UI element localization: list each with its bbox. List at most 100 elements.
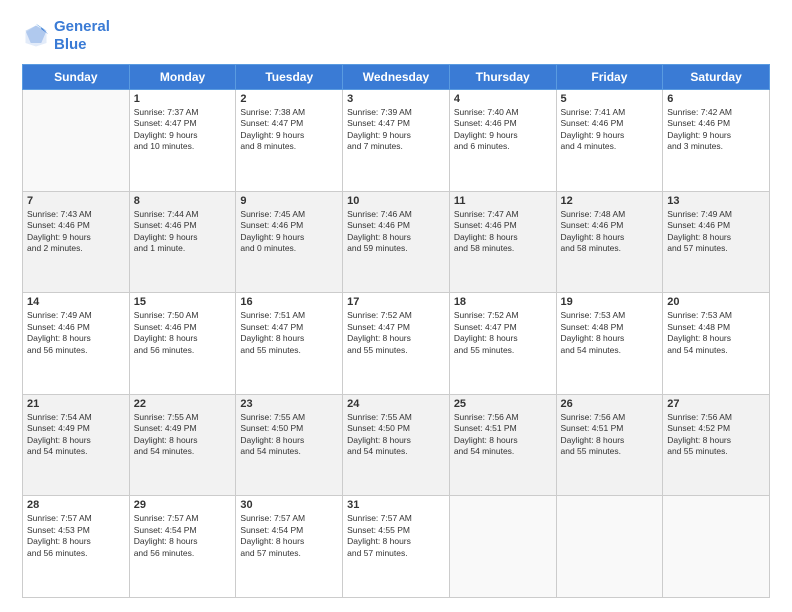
cell-info: Sunrise: 7:55 AMSunset: 4:50 PMDaylight:… xyxy=(347,412,445,458)
calendar-cell: 5Sunrise: 7:41 AMSunset: 4:46 PMDaylight… xyxy=(556,90,663,192)
day-number: 26 xyxy=(561,398,659,410)
cell-info: Sunrise: 7:50 AMSunset: 4:46 PMDaylight:… xyxy=(134,310,232,356)
calendar-cell: 2 Sunrise: 7:38 AMSunset: 4:47 PMDaylight… xyxy=(236,90,343,192)
calendar-cell: 22 Sunrise: 7:55 AMSunset: 4:49 PMDayligh… xyxy=(129,394,236,496)
day-number: 10 xyxy=(347,195,445,207)
cell-info: Sunrise: 7:56 AMSunset: 4:51 PMDaylight:… xyxy=(561,412,659,458)
cell-info: Sunrise: 7:37 AMSunset: 4:47 PMDaylight:… xyxy=(134,107,232,153)
cell-info: Sunrise: 7:53 AMSunset: 4:48 PMDaylight:… xyxy=(561,310,659,356)
cell-info: Sunrise: 7:49 AMSunset: 4:46 PMDaylight:… xyxy=(667,209,765,255)
calendar-cell: 10Sunrise: 7:46 AMSunset: 4:46 PMDayligh… xyxy=(343,191,450,293)
calendar-cell: 15 Sunrise: 7:50 AMSunset: 4:46 PMDayligh… xyxy=(129,293,236,395)
cell-info: Sunrise: 7:52 AMSunset: 4:47 PMDaylight:… xyxy=(347,310,445,356)
calendar-cell: 17 Sunrise: 7:52 AMSunset: 4:47 PMDayligh… xyxy=(343,293,450,395)
calendar-week-row: 28 Sunrise: 7:57 AMSunset: 4:53 PMDayligh… xyxy=(23,496,770,598)
day-number: 8 xyxy=(134,195,232,207)
calendar-cell xyxy=(556,496,663,598)
calendar-cell: 6Sunrise: 7:42 AMSunset: 4:46 PMDaylight… xyxy=(663,90,770,192)
day-number: 12 xyxy=(561,195,659,207)
calendar-week-row: 14 Sunrise: 7:49 AMSunset: 4:46 PMDayligh… xyxy=(23,293,770,395)
day-number: 25 xyxy=(454,398,552,410)
cell-info: Sunrise: 7:56 AMSunset: 4:52 PMDaylight:… xyxy=(667,412,765,458)
cell-info: Sunrise: 7:39 AMSunset: 4:47 PMDaylight:… xyxy=(347,107,445,153)
calendar-week-row: 21Sunrise: 7:54 AMSunset: 4:49 PMDayligh… xyxy=(23,394,770,496)
calendar-cell xyxy=(663,496,770,598)
cell-info: Sunrise: 7:57 AMSunset: 4:53 PMDaylight:… xyxy=(27,513,125,559)
calendar-cell: 1 Sunrise: 7:37 AMSunset: 4:47 PMDaylight… xyxy=(129,90,236,192)
day-number: 2 xyxy=(240,93,338,105)
page: General Blue SundayMondayTuesdayWednesda… xyxy=(0,0,792,612)
day-number: 15 xyxy=(134,296,232,308)
day-number: 27 xyxy=(667,398,765,410)
cell-info: Sunrise: 7:54 AMSunset: 4:49 PMDaylight:… xyxy=(27,412,125,458)
cell-info: Sunrise: 7:57 AMSunset: 4:54 PMDaylight:… xyxy=(240,513,338,559)
day-number: 4 xyxy=(454,93,552,105)
calendar-cell: 27 Sunrise: 7:56 AMSunset: 4:52 PMDayligh… xyxy=(663,394,770,496)
cell-info: Sunrise: 7:45 AMSunset: 4:46 PMDaylight:… xyxy=(240,209,338,255)
day-number: 23 xyxy=(240,398,338,410)
day-number: 29 xyxy=(134,499,232,511)
calendar-cell: 28 Sunrise: 7:57 AMSunset: 4:53 PMDayligh… xyxy=(23,496,130,598)
calendar-table: SundayMondayTuesdayWednesdayThursdayFrid… xyxy=(22,64,770,598)
calendar-cell: 26 Sunrise: 7:56 AMSunset: 4:51 PMDayligh… xyxy=(556,394,663,496)
day-number: 28 xyxy=(27,499,125,511)
day-number: 22 xyxy=(134,398,232,410)
calendar-cell xyxy=(23,90,130,192)
logo: General Blue xyxy=(22,18,110,54)
day-number: 3 xyxy=(347,93,445,105)
day-number: 19 xyxy=(561,296,659,308)
col-header-tuesday: Tuesday xyxy=(236,65,343,90)
calendar-cell: 11Sunrise: 7:47 AMSunset: 4:46 PMDayligh… xyxy=(449,191,556,293)
day-number: 14 xyxy=(27,296,125,308)
day-number: 13 xyxy=(667,195,765,207)
cell-info: Sunrise: 7:55 AMSunset: 4:50 PMDaylight:… xyxy=(240,412,338,458)
day-number: 7 xyxy=(27,195,125,207)
calendar-cell: 24 Sunrise: 7:55 AMSunset: 4:50 PMDayligh… xyxy=(343,394,450,496)
calendar-cell: 12 Sunrise: 7:48 AMSunset: 4:46 PMDayligh… xyxy=(556,191,663,293)
cell-info: Sunrise: 7:41 AMSunset: 4:46 PMDaylight:… xyxy=(561,107,659,153)
cell-info: Sunrise: 7:38 AMSunset: 4:47 PMDaylight:… xyxy=(240,107,338,153)
calendar-cell: 20Sunrise: 7:53 AMSunset: 4:48 PMDayligh… xyxy=(663,293,770,395)
cell-info: Sunrise: 7:51 AMSunset: 4:47 PMDaylight:… xyxy=(240,310,338,356)
cell-info: Sunrise: 7:48 AMSunset: 4:46 PMDaylight:… xyxy=(561,209,659,255)
day-number: 16 xyxy=(240,296,338,308)
day-number: 17 xyxy=(347,296,445,308)
cell-info: Sunrise: 7:43 AMSunset: 4:46 PMDaylight:… xyxy=(27,209,125,255)
col-header-saturday: Saturday xyxy=(663,65,770,90)
day-number: 18 xyxy=(454,296,552,308)
calendar-cell: 14 Sunrise: 7:49 AMSunset: 4:46 PMDayligh… xyxy=(23,293,130,395)
cell-info: Sunrise: 7:55 AMSunset: 4:49 PMDaylight:… xyxy=(134,412,232,458)
calendar-cell: 8 Sunrise: 7:44 AMSunset: 4:46 PMDaylight… xyxy=(129,191,236,293)
col-header-sunday: Sunday xyxy=(23,65,130,90)
calendar-cell xyxy=(449,496,556,598)
col-header-wednesday: Wednesday xyxy=(343,65,450,90)
calendar-week-row: 1 Sunrise: 7:37 AMSunset: 4:47 PMDaylight… xyxy=(23,90,770,192)
cell-info: Sunrise: 7:57 AMSunset: 4:55 PMDaylight:… xyxy=(347,513,445,559)
calendar-cell: 19 Sunrise: 7:53 AMSunset: 4:48 PMDayligh… xyxy=(556,293,663,395)
calendar-cell: 30Sunrise: 7:57 AMSunset: 4:54 PMDayligh… xyxy=(236,496,343,598)
day-number: 9 xyxy=(240,195,338,207)
cell-info: Sunrise: 7:44 AMSunset: 4:46 PMDaylight:… xyxy=(134,209,232,255)
calendar-cell: 31 Sunrise: 7:57 AMSunset: 4:55 PMDayligh… xyxy=(343,496,450,598)
cell-info: Sunrise: 7:52 AMSunset: 4:47 PMDaylight:… xyxy=(454,310,552,356)
calendar-cell: 16 Sunrise: 7:51 AMSunset: 4:47 PMDayligh… xyxy=(236,293,343,395)
col-header-monday: Monday xyxy=(129,65,236,90)
logo-icon xyxy=(22,22,50,50)
day-number: 6 xyxy=(667,93,765,105)
day-number: 31 xyxy=(347,499,445,511)
cell-info: Sunrise: 7:53 AMSunset: 4:48 PMDaylight:… xyxy=(667,310,765,356)
day-number: 24 xyxy=(347,398,445,410)
calendar-cell: 9 Sunrise: 7:45 AMSunset: 4:46 PMDaylight… xyxy=(236,191,343,293)
calendar-cell: 29Sunrise: 7:57 AMSunset: 4:54 PMDayligh… xyxy=(129,496,236,598)
day-number: 1 xyxy=(134,93,232,105)
calendar-cell: 21Sunrise: 7:54 AMSunset: 4:49 PMDayligh… xyxy=(23,394,130,496)
header: General Blue xyxy=(22,18,770,54)
col-header-friday: Friday xyxy=(556,65,663,90)
day-number: 11 xyxy=(454,195,552,207)
col-header-thursday: Thursday xyxy=(449,65,556,90)
cell-info: Sunrise: 7:49 AMSunset: 4:46 PMDaylight:… xyxy=(27,310,125,356)
calendar-cell: 13 Sunrise: 7:49 AMSunset: 4:46 PMDayligh… xyxy=(663,191,770,293)
cell-info: Sunrise: 7:40 AMSunset: 4:46 PMDaylight:… xyxy=(454,107,552,153)
calendar-cell: 7 Sunrise: 7:43 AMSunset: 4:46 PMDaylight… xyxy=(23,191,130,293)
calendar-cell: 3 Sunrise: 7:39 AMSunset: 4:47 PMDaylight… xyxy=(343,90,450,192)
